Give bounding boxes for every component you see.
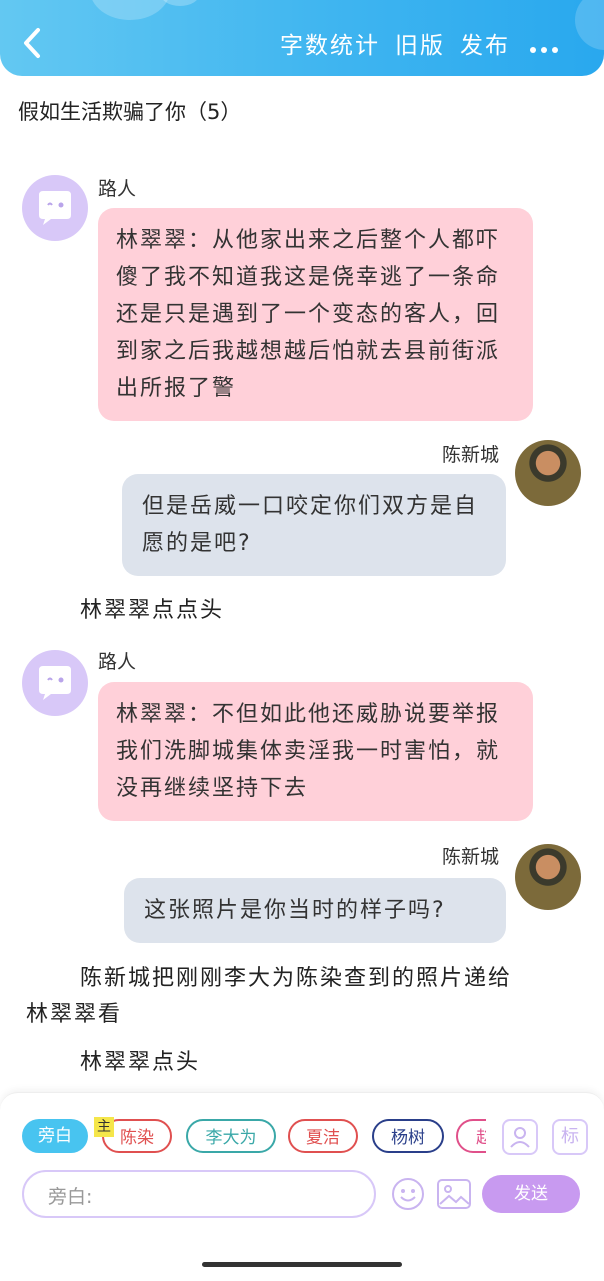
role-chip-xia-jie[interactable]: 夏洁 xyxy=(288,1119,358,1153)
header-decoration xyxy=(90,0,170,20)
header-decoration xyxy=(575,0,604,50)
narration-text: 陈新城把刚刚李大为陈染查到的照片递给 xyxy=(80,966,513,991)
narration-text: 林翠翠点头 xyxy=(80,1050,201,1075)
back-arrow-icon[interactable] xyxy=(18,26,48,60)
message-bubble[interactable]: 林翠翠：不但如此他还威胁说要举报我们洗脚城集体卖淫我一时害怕，就没再继续坚持下去 xyxy=(98,682,533,821)
top-bar: 字数统计 旧版 发布 xyxy=(0,0,604,76)
speaker-name: 陈新城 xyxy=(442,444,500,466)
role-chip-clip: 赵 xyxy=(456,1116,486,1156)
main-role-badge: 主 xyxy=(94,1117,114,1137)
message-bubble[interactable]: 但是岳威一口咬定你们双方是自愿的是吧? xyxy=(122,474,506,576)
user-avatar[interactable] xyxy=(515,440,581,506)
image-icon[interactable] xyxy=(436,1177,472,1211)
message-input[interactable]: 旁白: xyxy=(22,1170,376,1218)
publish-button[interactable]: 发布 xyxy=(460,26,510,60)
message-bubble[interactable]: 林翠翠：从他家出来之后整个人都吓傻了我不知道我这是侥幸逃了一条命还是只是遇到了一… xyxy=(98,208,533,421)
speaker-name: 路人 xyxy=(98,651,137,673)
role-manage-icon[interactable] xyxy=(502,1119,538,1155)
message-bubble[interactable]: 这张照片是你当时的样子吗? xyxy=(124,878,506,943)
bot-avatar[interactable] xyxy=(22,650,88,716)
narration-text: 林翠翠看 xyxy=(26,1002,123,1027)
speaker-name: 陈新城 xyxy=(442,846,500,868)
role-chip-zhao[interactable]: 赵 xyxy=(456,1119,486,1153)
home-indicator xyxy=(202,1262,402,1267)
send-button[interactable]: 发送 xyxy=(482,1175,580,1213)
bot-avatar[interactable] xyxy=(22,175,88,241)
input-placeholder: 旁白: xyxy=(48,1186,93,1208)
speaker-name: 路人 xyxy=(98,178,137,200)
emoji-icon[interactable] xyxy=(390,1176,426,1212)
narration-text: 林翠翠点点头 xyxy=(80,598,225,623)
user-avatar[interactable] xyxy=(515,844,581,910)
role-chip-yang-shu[interactable]: 杨树 xyxy=(372,1119,444,1153)
chapter-title: 假如生活欺骗了你（5） xyxy=(18,100,242,124)
role-chip-narrator[interactable]: 旁白 xyxy=(22,1119,88,1153)
style-tag-icon[interactable]: 标 xyxy=(552,1119,588,1155)
more-options-icon[interactable] xyxy=(530,38,563,57)
role-chip-li-dawei[interactable]: 李大为 xyxy=(186,1119,276,1153)
old-version-button[interactable]: 旧版 xyxy=(395,26,445,60)
word-count-button[interactable]: 字数统计 xyxy=(280,26,380,60)
